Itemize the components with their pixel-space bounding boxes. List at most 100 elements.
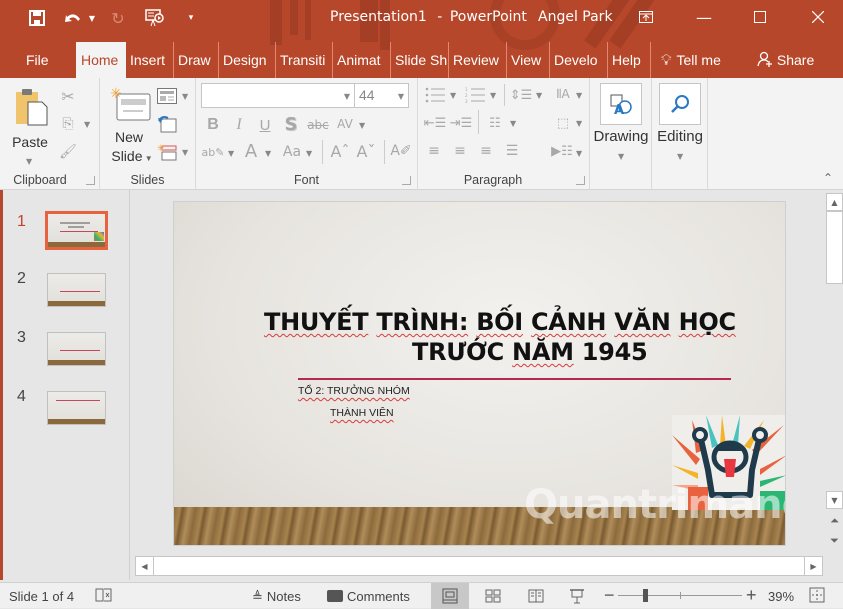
tell-me-search[interactable]: 💡︎ Tell me (657, 42, 725, 78)
tab-developer[interactable]: Develo (550, 42, 608, 78)
align-text-dropdown-icon[interactable]: ▼ (576, 119, 582, 128)
bullets-icon[interactable] (424, 86, 446, 104)
save-icon[interactable] (26, 8, 48, 28)
convert-to-smartart-icon[interactable]: ▶☷ (550, 140, 574, 162)
reset-icon[interactable] (156, 114, 178, 134)
slide-thumbnail-4[interactable] (47, 391, 106, 425)
scroll-left-button[interactable]: ◀ (136, 557, 154, 575)
font-size-combo[interactable]: 44 ▼ (354, 83, 409, 108)
undo-dropdown-icon[interactable]: ▼ (87, 8, 97, 28)
maximize-icon[interactable] (740, 4, 780, 30)
next-slide-button[interactable]: ⏷ (826, 532, 843, 550)
columns-icon[interactable]: ☷ (484, 114, 506, 132)
font-launcher-icon[interactable] (402, 176, 411, 185)
horizontal-scrollbar[interactable]: ◀ ▶ (135, 556, 823, 576)
numbering-icon[interactable]: 123 (464, 86, 486, 104)
text-direction-icon[interactable]: ⦀A (552, 84, 574, 104)
zoom-slider[interactable] (618, 589, 742, 602)
tab-help[interactable]: Help (608, 42, 651, 78)
tab-review[interactable]: Review (449, 42, 507, 78)
paste-button[interactable]: Paste ▼ (6, 84, 54, 170)
reading-view-button[interactable] (517, 583, 555, 609)
underline-icon[interactable]: U (256, 116, 274, 134)
font-color-dropdown-icon[interactable]: ▼ (265, 149, 271, 158)
tab-design[interactable]: Design (219, 42, 276, 78)
paragraph-launcher-icon[interactable] (576, 176, 585, 185)
section-icon[interactable]: ✳ (156, 142, 178, 162)
change-case-dropdown-icon[interactable]: ▼ (306, 149, 312, 158)
previous-slide-button[interactable]: ⏶ (826, 512, 843, 530)
minimize-icon[interactable]: — (684, 4, 724, 30)
drawing-group[interactable]: A Drawing ▼ (590, 78, 652, 190)
comments-button[interactable]: Comments (327, 589, 410, 604)
highlight-icon[interactable]: ab✎ (202, 142, 225, 162)
slide-thumbnail-1[interactable] (45, 211, 108, 250)
columns-dropdown-icon[interactable]: ▼ (510, 119, 516, 128)
spell-check-icon[interactable] (95, 587, 113, 606)
highlight-dropdown-icon[interactable]: ▼ (228, 149, 234, 158)
user-name[interactable]: Angel Park (538, 9, 613, 25)
tab-draw[interactable]: Draw (174, 42, 219, 78)
tab-file[interactable]: File (0, 42, 76, 78)
tab-insert[interactable]: Insert (126, 42, 174, 78)
tab-transitions[interactable]: Transiti (276, 42, 333, 78)
decrease-indent-icon[interactable]: ⇤☰ (424, 114, 447, 132)
normal-view-button[interactable] (431, 583, 469, 609)
vertical-scrollbar[interactable]: ▲ ▼ ⏶ ⏷ (826, 190, 843, 553)
cut-icon[interactable]: ✂ (58, 86, 78, 106)
collapse-ribbon-icon[interactable]: ⌃ (818, 170, 838, 186)
bold-icon[interactable]: B (204, 116, 222, 134)
character-spacing-icon[interactable]: AV (334, 114, 356, 134)
share-button[interactable]: Share (753, 42, 818, 78)
increase-font-size-icon[interactable]: Aˆ (330, 140, 350, 162)
tab-animations[interactable]: Animat (333, 42, 391, 78)
scroll-down-button[interactable]: ▼ (826, 491, 843, 509)
align-right-icon[interactable]: ≡ (476, 142, 496, 160)
align-left-icon[interactable]: ≡ (424, 142, 444, 160)
ribbon-display-options-icon[interactable] (626, 4, 666, 30)
decrease-font-size-icon[interactable]: Aˇ (356, 140, 376, 162)
change-case-icon[interactable]: Aa (280, 142, 304, 162)
new-slide-button[interactable]: ✳ New Slide ▼ (104, 84, 153, 170)
italic-icon[interactable]: I (230, 116, 248, 134)
layout-icon[interactable] (156, 86, 178, 106)
align-center-icon[interactable]: ≡ (450, 142, 470, 160)
zoom-out-button[interactable]: − (604, 585, 615, 606)
slide-canvas[interactable]: THUYẾT TRÌNH: BỐI CẢNH VĂN HỌC TRƯỚC NĂM… (173, 201, 786, 546)
start-from-beginning-icon[interactable] (143, 8, 167, 28)
close-icon[interactable] (798, 4, 838, 30)
tab-view[interactable]: View (507, 42, 550, 78)
slide-thumbnail-2[interactable] (47, 273, 106, 307)
slide-show-button[interactable] (558, 583, 596, 609)
scroll-up-button[interactable]: ▲ (826, 193, 843, 211)
line-spacing-dropdown-icon[interactable]: ▼ (536, 91, 542, 100)
subtitle-line-1[interactable]: TỔ 2: TRƯỞNG NHÓM (298, 385, 410, 397)
line-spacing-icon[interactable]: ⇕☰ (510, 86, 533, 104)
text-shadow-icon[interactable]: S (282, 114, 300, 135)
text-direction-dropdown-icon[interactable]: ▼ (576, 91, 582, 100)
tab-home[interactable]: Home (76, 42, 126, 78)
format-painter-icon[interactable]: 🖌︎ (58, 142, 78, 162)
clipboard-launcher-icon[interactable] (86, 176, 95, 185)
slide-thumbnail-3[interactable] (47, 332, 106, 366)
slide-sorter-button[interactable] (474, 583, 512, 609)
customize-qat-icon[interactable]: ▾ (184, 8, 198, 28)
undo-icon[interactable] (62, 8, 84, 28)
zoom-level[interactable]: 39% (768, 589, 794, 604)
fit-slide-to-window-icon[interactable] (809, 587, 825, 606)
notes-button[interactable]: ≜ Notes (252, 589, 301, 605)
editing-group[interactable]: Editing ▼ (652, 78, 708, 190)
strikethrough-icon[interactable]: abc (306, 116, 330, 134)
subtitle-line-2[interactable]: THÀNH VIÊN (330, 407, 394, 419)
copy-icon[interactable]: ⎘ (58, 114, 78, 134)
character-spacing-dropdown-icon[interactable]: ▼ (359, 121, 365, 130)
numbering-dropdown-icon[interactable]: ▼ (490, 91, 496, 100)
justify-icon[interactable]: ☰ (502, 142, 522, 160)
clear-formatting-icon[interactable]: A✐ (390, 140, 412, 162)
copy-dropdown-icon[interactable]: ▼ (84, 120, 90, 129)
smartart-dropdown-icon[interactable]: ▼ (576, 149, 582, 158)
section-dropdown-icon[interactable]: ▼ (182, 148, 188, 157)
align-text-icon[interactable]: ⬚ (552, 112, 574, 134)
bullets-dropdown-icon[interactable]: ▼ (450, 91, 456, 100)
tab-slide-show[interactable]: Slide Sh (391, 42, 449, 78)
